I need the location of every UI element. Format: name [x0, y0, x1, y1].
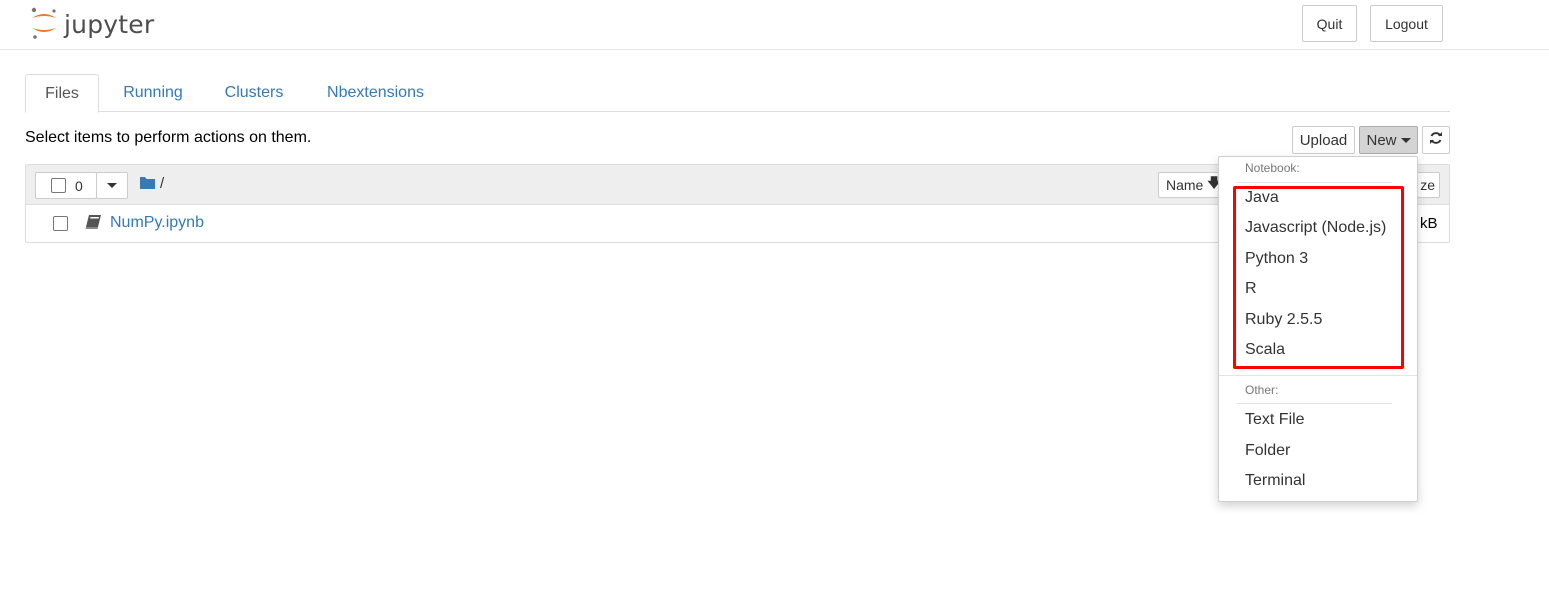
refresh-icon — [1429, 131, 1443, 149]
caret-down-icon — [1400, 137, 1411, 143]
tab-bar: Files Running Clusters Nbextensions — [25, 74, 1450, 113]
menu-divider — [1237, 182, 1392, 183]
select-all-checkbox[interactable] — [51, 178, 66, 193]
menu-divider — [1219, 375, 1417, 376]
file-name-link[interactable]: NumPy.ipynb — [110, 214, 204, 232]
tab-running[interactable]: Running — [108, 74, 198, 112]
select-dropdown-button[interactable] — [96, 172, 128, 199]
notebook-icon — [85, 214, 103, 233]
jupyter-logo[interactable]: jupyter — [29, 6, 154, 42]
other-section-header: Other: — [1245, 383, 1279, 397]
file-size: kB — [1420, 215, 1438, 232]
menu-item-folder[interactable]: Folder — [1245, 442, 1290, 460]
tab-clusters[interactable]: Clusters — [211, 74, 297, 112]
menu-item-text-file[interactable]: Text File — [1245, 411, 1305, 429]
breadcrumb-root[interactable]: / — [160, 175, 164, 192]
menu-divider — [1237, 403, 1392, 404]
sort-name-label: Name — [1166, 177, 1204, 193]
selection-hint: Select items to perform actions on them. — [25, 129, 312, 146]
quit-button[interactable]: Quit — [1302, 5, 1357, 42]
tab-files[interactable]: Files — [25, 74, 99, 113]
row-checkbox[interactable] — [53, 216, 68, 231]
refresh-button[interactable] — [1422, 126, 1450, 154]
jupyter-logo-icon — [29, 6, 59, 43]
highlight-annotation — [1233, 186, 1404, 369]
notebook-section-header: Notebook: — [1245, 161, 1300, 175]
top-header: jupyter Quit Logout — [0, 0, 1549, 50]
logo-text: jupyter — [64, 9, 155, 39]
selected-count: 0 — [75, 177, 83, 194]
menu-item-terminal[interactable]: Terminal — [1245, 472, 1305, 490]
caret-down-icon — [107, 183, 117, 188]
upload-button[interactable]: Upload — [1292, 126, 1355, 154]
logout-button[interactable]: Logout — [1370, 5, 1443, 42]
new-button-label: New — [1366, 131, 1397, 149]
new-dropdown-button[interactable]: New — [1359, 126, 1418, 154]
folder-icon[interactable] — [140, 176, 155, 192]
select-all-control[interactable]: 0 — [35, 172, 97, 199]
tab-nbextensions[interactable]: Nbextensions — [313, 74, 438, 112]
